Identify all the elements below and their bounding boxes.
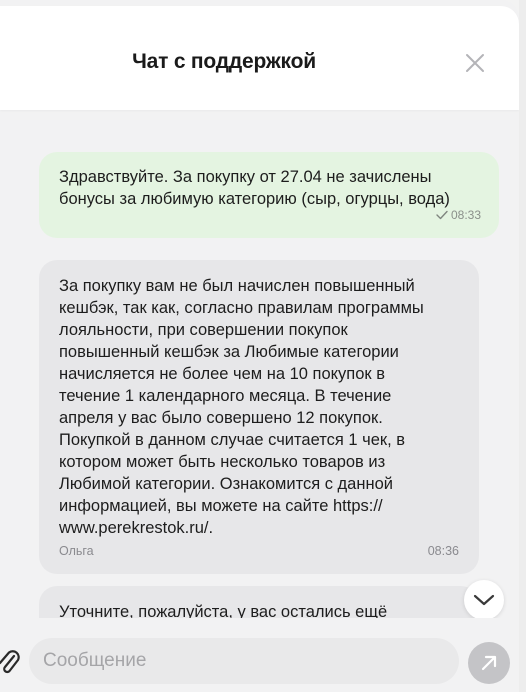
- close-button[interactable]: [462, 50, 488, 76]
- window-edge: [519, 0, 526, 692]
- page-title: Чат с поддержкой: [132, 50, 316, 73]
- message-list[interactable]: Здравствуйте. За покупку от 27.04 не зач…: [0, 110, 519, 618]
- chat-header: Чат с поддержкой: [0, 6, 519, 110]
- check-icon: [436, 210, 448, 220]
- chevron-down-icon: [473, 594, 495, 606]
- paperclip-icon: [0, 650, 20, 674]
- message-text: Здравствуйте. За покупку от 27.04 не зач…: [59, 168, 450, 208]
- incoming-message: За покупку вам не был начислен повышенны…: [39, 260, 479, 574]
- send-button[interactable]: [468, 642, 510, 684]
- arrow-up-right-icon: [481, 655, 497, 671]
- support-chat-panel: Чат с поддержкой Здравствуйте. За покупк…: [0, 0, 519, 692]
- close-icon: [466, 54, 484, 72]
- message-author: Ольга: [59, 544, 94, 558]
- scroll-down-button[interactable]: [464, 580, 504, 620]
- message-time: 08:36: [427, 544, 459, 558]
- message-time: 08:33: [450, 208, 481, 222]
- attach-button[interactable]: [0, 648, 20, 676]
- incoming-message: Уточните, пожалуйста, у вас остались ещё: [39, 586, 479, 618]
- outgoing-message: Здравствуйте. За покупку от 27.04 не зач…: [39, 152, 499, 238]
- message-input[interactable]: [29, 638, 459, 684]
- message-text: За покупку вам не был начислен повышенны…: [59, 277, 424, 537]
- message-composer: [0, 618, 519, 692]
- message-text: Уточните, пожалуйста, у вас остались ещё: [59, 603, 388, 618]
- message-meta: 08:33: [436, 204, 481, 226]
